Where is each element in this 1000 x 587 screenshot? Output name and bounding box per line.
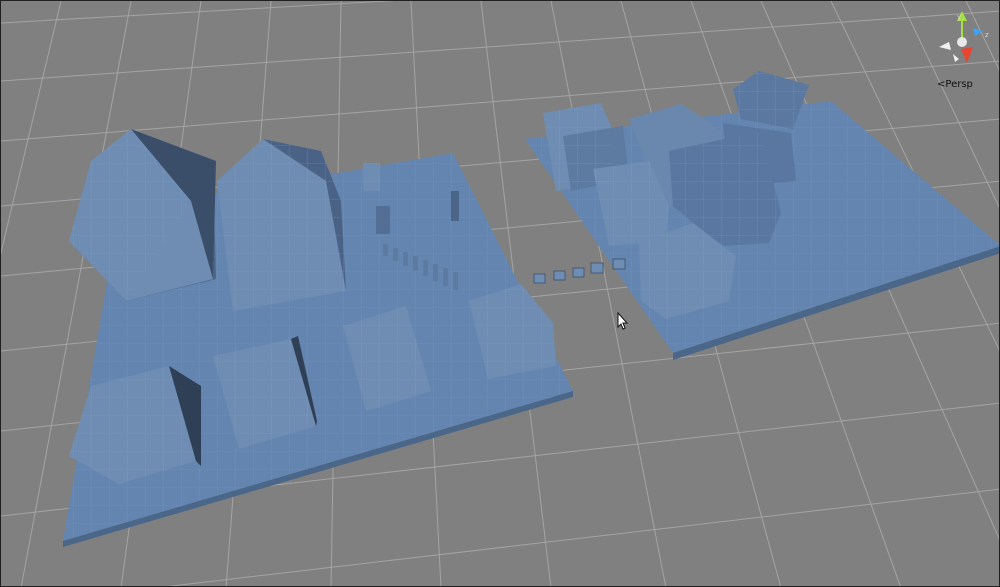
projection-toggle[interactable]: <Persp <box>937 79 973 90</box>
gizmo-axis-y-icon[interactable]: y <box>957 11 967 37</box>
gizmo-axis-x-icon[interactable] <box>961 47 973 63</box>
house-left[interactable] <box>69 129 216 301</box>
svg-text:z: z <box>985 31 989 39</box>
scene-viewport[interactable]: y z <Persp <box>0 0 1000 587</box>
svg-text:y: y <box>957 13 961 21</box>
gizmo-center-icon[interactable] <box>957 37 967 47</box>
house-right[interactable] <box>217 139 346 311</box>
scene-view[interactable] <box>1 1 1000 587</box>
gizmo-axis-z-icon[interactable]: z <box>973 28 989 39</box>
projection-label: Persp <box>945 79 973 90</box>
gizmo-neutral-axes-icon <box>939 42 959 62</box>
arrow-cursor-icon <box>617 312 629 330</box>
